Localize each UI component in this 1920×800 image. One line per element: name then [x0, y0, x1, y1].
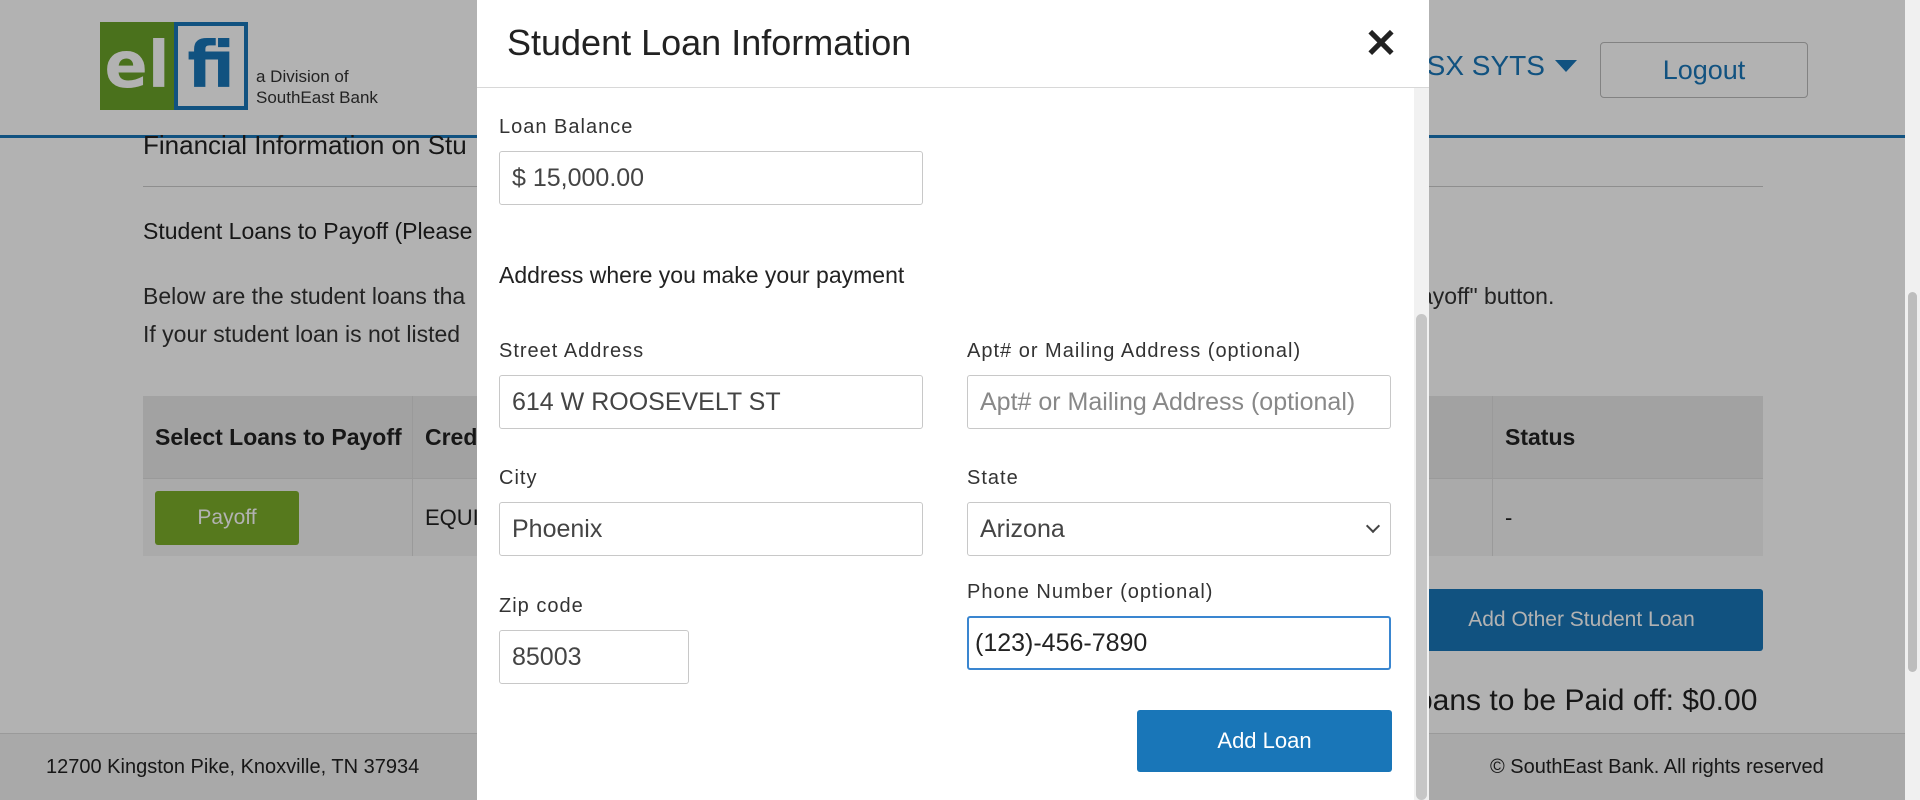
modal-scrollbar-thumb[interactable] [1416, 314, 1427, 800]
modal-scrollbar[interactable] [1414, 88, 1429, 800]
apt-address-input[interactable]: Apt# or Mailing Address (optional) [967, 375, 1391, 429]
loan-balance-label: Loan Balance [499, 116, 634, 138]
state-select[interactable]: Arizona [967, 502, 1391, 556]
city-input[interactable]: Phoenix [499, 502, 923, 556]
city-label: City [499, 467, 538, 489]
student-loan-modal: Student Loan Information ✕ Loan Balance … [477, 0, 1429, 800]
phone-number-label: Phone Number (optional) [967, 581, 1214, 603]
street-address-label: Street Address [499, 340, 645, 362]
close-icon[interactable]: ✕ [1361, 24, 1401, 64]
page-scrollbar-thumb[interactable] [1908, 292, 1917, 672]
loan-balance-input[interactable]: $ 15,000.00 [499, 151, 923, 205]
zip-code-input[interactable]: 85003 [499, 630, 689, 684]
state-select-value: Arizona [980, 515, 1065, 543]
modal-title: Student Loan Information [507, 22, 912, 63]
state-label: State [967, 467, 1019, 489]
add-loan-button[interactable]: Add Loan [1137, 710, 1392, 772]
zip-code-label: Zip code [499, 595, 584, 617]
street-address-input[interactable]: 614 W ROOSEVELT ST [499, 375, 923, 429]
phone-number-input[interactable]: (123)-456-7890 [967, 616, 1391, 670]
apt-address-label: Apt# or Mailing Address (optional) [967, 340, 1302, 362]
page-scrollbar[interactable] [1905, 0, 1920, 800]
modal-header: Student Loan Information ✕ [477, 0, 1429, 88]
chevron-down-icon [1365, 518, 1381, 534]
payment-address-heading: Address where you make your payment [499, 262, 905, 288]
